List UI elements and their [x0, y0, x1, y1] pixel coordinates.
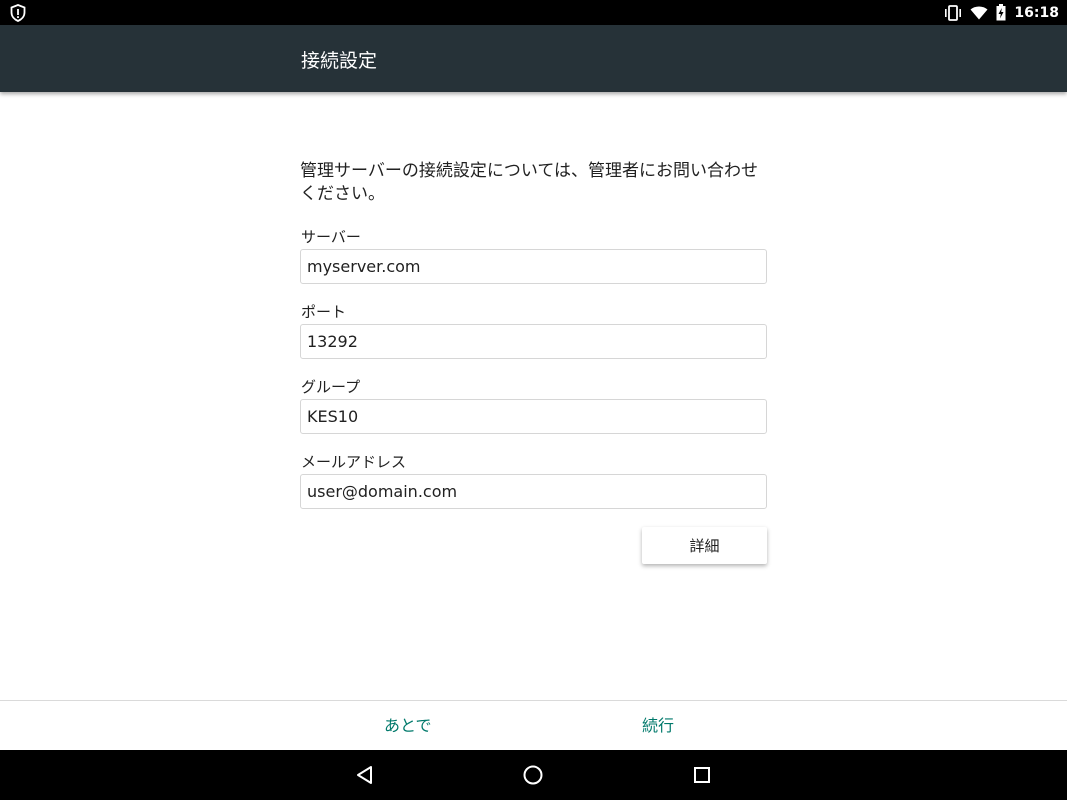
email-label: メールアドレス — [301, 453, 407, 471]
server-input[interactable] — [300, 249, 767, 284]
intro-text: 管理サーバーの接続設定については、管理者にお問い合わせください。 — [300, 161, 758, 204]
later-button[interactable]: あとで — [374, 701, 442, 750]
shield-icon — [10, 4, 26, 26]
wifi-icon — [970, 6, 988, 20]
port-input[interactable] — [300, 324, 767, 359]
status-bar: 16:18 — [0, 0, 1067, 25]
email-input[interactable] — [300, 474, 767, 509]
battery-charging-icon — [996, 4, 1006, 21]
page-title: 接続設定 — [301, 50, 378, 72]
group-label: グループ — [301, 378, 361, 396]
continue-button[interactable]: 続行 — [632, 701, 684, 750]
home-icon[interactable] — [521, 763, 545, 787]
connection-settings-form: 管理サーバーの接続設定については、管理者にお問い合わせください。 サーバー ポー… — [300, 160, 767, 564]
navigation-bar — [0, 750, 1067, 800]
app-bar: 接続設定 — [0, 25, 1067, 92]
back-icon[interactable] — [353, 763, 377, 787]
vibrate-icon — [944, 4, 962, 21]
bottom-action-bar: あとで 続行 — [0, 701, 1067, 750]
recents-icon[interactable] — [690, 763, 714, 787]
port-label: ポート — [301, 303, 347, 321]
group-input[interactable] — [300, 399, 767, 434]
server-label: サーバー — [301, 228, 361, 246]
details-button[interactable]: 詳細 — [642, 527, 767, 564]
status-time: 16:18 — [1014, 4, 1059, 21]
